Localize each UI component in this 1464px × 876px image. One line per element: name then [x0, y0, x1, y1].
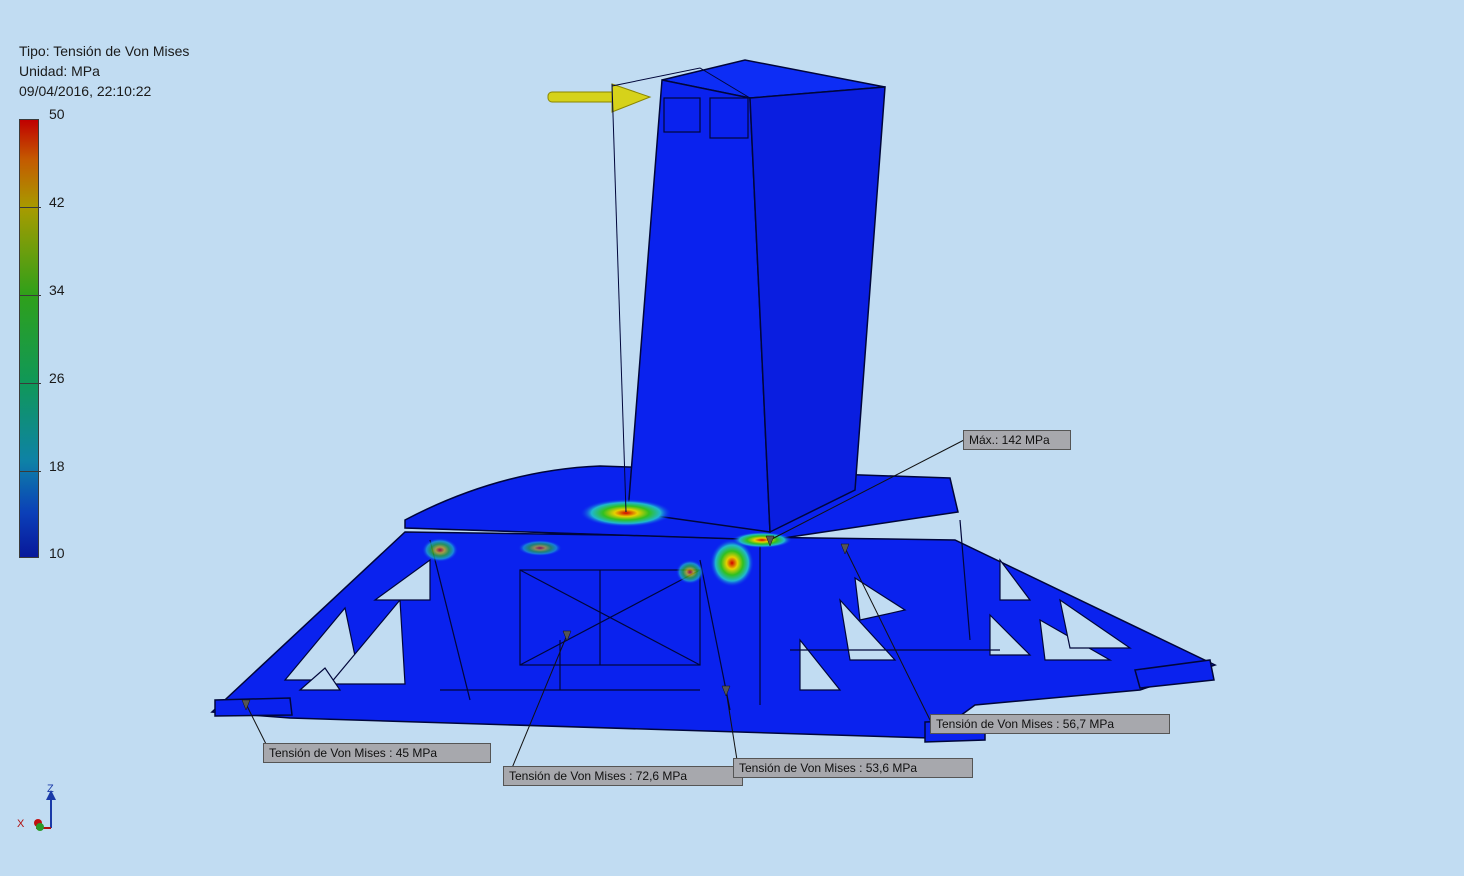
- axis-x-label: X: [17, 818, 25, 830]
- probe-label[interactable]: Tensión de Von Mises : 53,6 MPa: [733, 758, 973, 778]
- axis-triad[interactable]: Z X: [17, 783, 56, 831]
- axis-z-label: Z: [47, 783, 54, 795]
- tower-column: [627, 59, 886, 534]
- stress-model-view[interactable]: Z X: [0, 0, 1464, 876]
- probe-label[interactable]: Tensión de Von Mises : 45 MPa: [263, 743, 491, 763]
- load-arrow-icon[interactable]: [547, 83, 652, 113]
- probe-label[interactable]: Tensión de Von Mises : 72,6 MPa: [503, 766, 743, 786]
- probe-label[interactable]: Tensión de Von Mises : 56,7 MPa: [930, 714, 1170, 734]
- probe-label-max[interactable]: Máx.: 142 MPa: [963, 430, 1071, 450]
